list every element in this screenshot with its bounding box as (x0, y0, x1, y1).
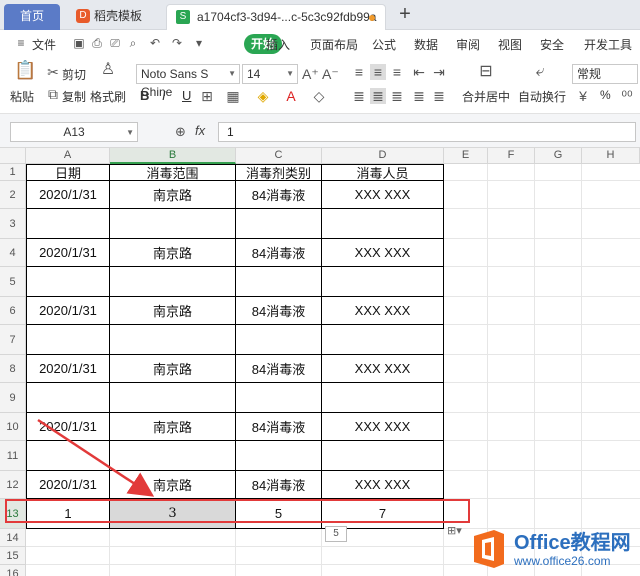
arrow-annotation (37, 418, 155, 497)
watermark-url: www.office26.com (514, 554, 611, 568)
paste-options-icon[interactable]: ⊞▾ (447, 524, 469, 538)
selection-sum-tooltip: 5 (325, 526, 347, 542)
watermark: Office教程网 www.office26.com (470, 520, 640, 576)
arrow-line (37, 418, 155, 497)
office-logo-icon (474, 530, 504, 568)
watermark-title: Office教程网 (514, 532, 631, 554)
